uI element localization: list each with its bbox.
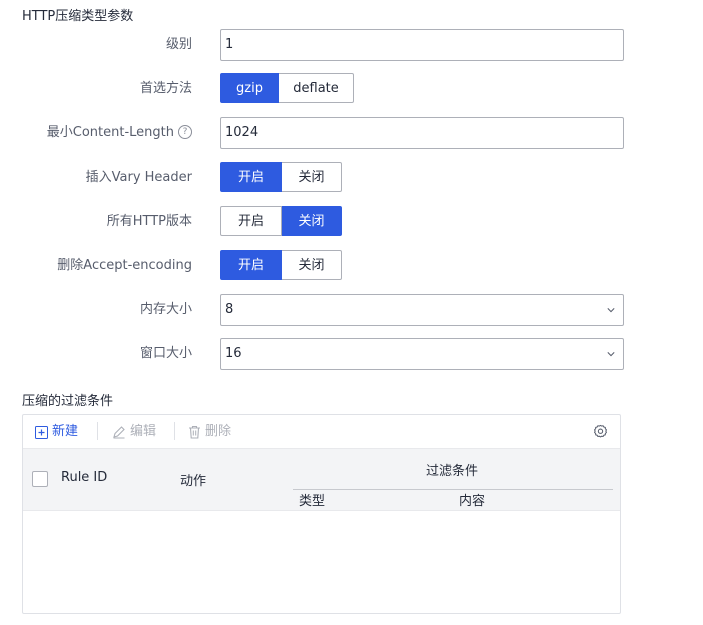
new-button-label: 新建 (52, 424, 79, 439)
all-http-versions-toggle: 开启 关闭 (220, 206, 342, 236)
new-button[interactable]: 新建 (35, 423, 78, 441)
filter-table: 新建 编辑 删除 Rule ID 动作 过滤条件 类型 内容 (22, 414, 621, 614)
edit-button-label: 编辑 (130, 424, 157, 439)
help-icon[interactable]: ? (178, 124, 192, 139)
vary-header-label: 插入Vary Header (85, 170, 192, 185)
preferred-method-toggle: gzip deflate (220, 73, 354, 103)
plus-square-icon (35, 425, 48, 439)
edit-icon (113, 426, 125, 439)
all-http-versions-label: 所有HTTP版本 (106, 214, 192, 229)
remove-accept-encoding-label: 删除Accept-encoding (57, 258, 192, 273)
delete-button[interactable]: 删除 (188, 423, 231, 441)
vary-header-off-option[interactable]: 关闭 (282, 162, 342, 192)
column-header-type[interactable]: 类型 (299, 490, 325, 509)
http-section-title: HTTP压缩类型参数 (22, 9, 134, 24)
preferred-method-label: 首选方法 (139, 81, 192, 96)
remove-accept-encoding-row: 删除Accept-encoding 开启 关闭 (0, 250, 703, 282)
level-row: 级别 1 (0, 29, 703, 61)
window-size-value: 16 (225, 346, 242, 361)
remove-accept-encoding-on-option[interactable]: 开启 (220, 250, 282, 280)
memory-size-value: 8 (225, 302, 234, 317)
column-header-rule-id[interactable]: Rule ID (61, 470, 107, 485)
filter-section-title: 压缩的过滤条件 (22, 394, 114, 409)
window-size-label: 窗口大小 (139, 346, 192, 361)
all-http-versions-off-option[interactable]: 关闭 (282, 206, 342, 236)
chevron-down-icon (607, 352, 615, 357)
edit-button[interactable]: 编辑 (112, 423, 156, 441)
select-all-checkbox[interactable] (32, 471, 48, 487)
table-body (23, 511, 620, 612)
all-http-versions-on-option[interactable]: 开启 (220, 206, 282, 236)
min-content-length-label: 最小Content-Length? (47, 117, 192, 149)
gzip-option[interactable]: gzip (220, 73, 279, 103)
level-input[interactable]: 1 (220, 29, 624, 61)
column-group-filter: 过滤条件 (426, 464, 479, 479)
toolbar-divider (97, 422, 98, 440)
column-group-divider (293, 489, 613, 490)
column-header-action[interactable]: 动作 (180, 470, 206, 489)
window-size-row: 窗口大小 16 (0, 338, 703, 370)
gear-icon[interactable] (593, 424, 608, 439)
all-http-versions-row: 所有HTTP版本 开启 关闭 (0, 206, 703, 238)
chevron-down-icon (607, 308, 615, 313)
delete-button-label: 删除 (205, 424, 232, 439)
table-toolbar: 新建 编辑 删除 (23, 415, 620, 448)
table-header: Rule ID 动作 过滤条件 类型 内容 (23, 448, 620, 511)
column-header-content[interactable]: 内容 (459, 490, 485, 509)
remove-accept-encoding-toggle: 开启 关闭 (220, 250, 342, 280)
vary-header-on-option[interactable]: 开启 (220, 162, 282, 192)
window-size-select[interactable]: 16 (220, 338, 624, 370)
memory-size-row: 内存大小 8 (0, 294, 703, 326)
memory-size-label: 内存大小 (139, 302, 192, 317)
min-content-length-label-text: 最小Content-Length (46, 125, 174, 140)
preferred-method-row: 首选方法 gzip deflate (0, 73, 703, 105)
memory-size-select[interactable]: 8 (220, 294, 624, 326)
min-content-length-input[interactable]: 1024 (220, 117, 624, 149)
deflate-option[interactable]: deflate (279, 73, 354, 103)
min-content-length-row: 最小Content-Length? 1024 (0, 117, 703, 149)
remove-accept-encoding-off-option[interactable]: 关闭 (282, 250, 342, 280)
vary-header-row: 插入Vary Header 开启 关闭 (0, 162, 703, 194)
vary-header-toggle: 开启 关闭 (220, 162, 342, 192)
toolbar-divider (174, 422, 175, 440)
level-label: 级别 (165, 37, 192, 52)
trash-icon (189, 425, 200, 439)
